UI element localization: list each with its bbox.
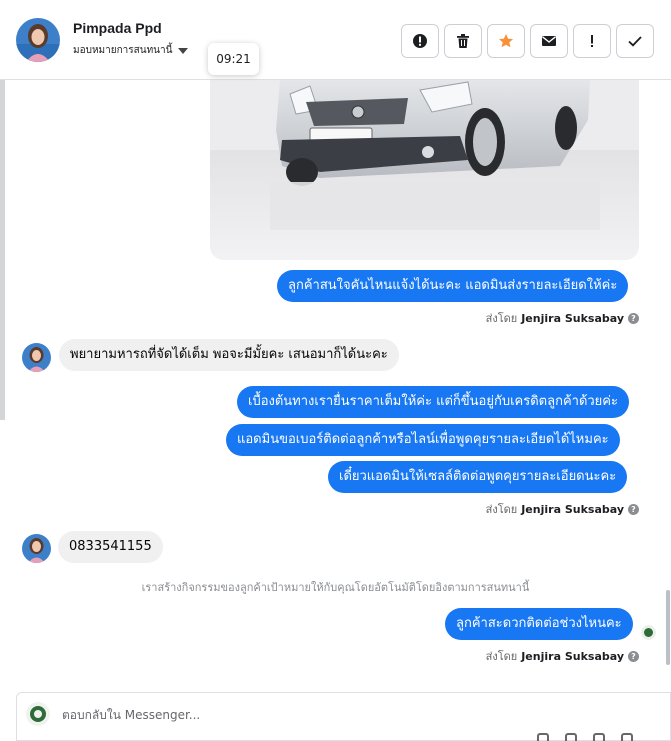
caret-down-icon [178, 47, 189, 54]
sent-by-prefix: ส่งโดย [485, 503, 518, 516]
alert-circle-icon [413, 34, 427, 48]
seen-indicator-avatar [641, 625, 656, 640]
image-icon[interactable] [565, 733, 577, 741]
check-icon [628, 36, 642, 47]
contact-avatar-small[interactable] [22, 534, 51, 563]
more-icon[interactable] [621, 733, 633, 741]
contact-name[interactable]: Pimpada Ppd [73, 20, 162, 36]
trash-icon [457, 34, 469, 48]
left-panel-scrollbar[interactable] [0, 80, 5, 420]
sent-by-prefix: ส่งโดย [485, 650, 518, 663]
help-icon[interactable]: ? [628, 503, 639, 515]
attach-icon[interactable] [537, 733, 549, 741]
system-activity-note: เราสร้างกิจกรรมของลูกค้าเป้าหมายให้กับคุ… [141, 581, 530, 594]
help-icon[interactable]: ? [628, 650, 639, 662]
star-icon [499, 34, 513, 48]
outgoing-message[interactable]: เบื้องต้นทางเรายื่นราคาเต็มให้ค่ะ แต่ก็ข… [237, 386, 629, 418]
sent-by-label: ส่งโดย Jenjira Suksabay ? [486, 647, 639, 665]
mark-unread-button[interactable] [530, 24, 568, 58]
message-thread[interactable]: ลูกค้าสนใจคันไหนแจ้งได้นะคะ แอดมินส่งราย… [0, 80, 671, 691]
outgoing-message[interactable]: ลูกค้าสะดวกติดต่อช่วงไหนคะ [445, 608, 633, 640]
incoming-message[interactable]: พยายามหารถที่จัดได้เต็ม พอจะมีมั้ยคะ เสน… [59, 339, 399, 371]
emoji-icon[interactable] [593, 733, 605, 741]
assign-label: มอบหมายการสนทนานี้ [73, 45, 173, 56]
contact-avatar-small[interactable] [22, 343, 51, 372]
thread-scrollbar[interactable] [666, 590, 670, 665]
mark-spam-button[interactable] [401, 24, 439, 58]
help-icon[interactable]: ? [628, 312, 639, 324]
conversation-actions [401, 24, 654, 58]
outgoing-message[interactable]: ลูกค้าสนใจคันไหนแจ้งได้นะคะ แอดมินส่งราย… [277, 270, 629, 302]
follow-up-button[interactable] [573, 24, 611, 58]
composer-tools [537, 733, 633, 741]
reply-input[interactable] [62, 705, 562, 725]
sent-by-name: Jenjira Suksabay [521, 649, 624, 663]
conversation-header: Pimpada Ppd มอบหมายการสนทนานี้ 09:21 [0, 0, 671, 80]
outgoing-message[interactable]: แอดมินขอเบอร์ติดต่อลูกค้าหรือไลน์เพื่อพู… [226, 424, 620, 456]
car-photo-attachment[interactable] [210, 80, 639, 260]
mark-done-button[interactable] [616, 24, 654, 58]
reply-composer [16, 692, 671, 741]
sent-by-name: Jenjira Suksabay [521, 502, 624, 516]
sent-by-prefix: ส่งโดย [485, 312, 518, 325]
exclamation-icon [591, 35, 593, 47]
delete-button[interactable] [444, 24, 482, 58]
star-button[interactable] [487, 24, 525, 58]
sent-by-label: ส่งโดย Jenjira Suksabay ? [486, 500, 639, 518]
sent-by-name: Jenjira Suksabay [521, 311, 624, 325]
sent-by-label: ส่งโดย Jenjira Suksabay ? [486, 309, 639, 327]
incoming-phone-message[interactable]: 0833541155 [58, 531, 163, 563]
page-avatar [26, 702, 50, 726]
envelope-icon [542, 36, 556, 46]
outgoing-message[interactable]: เดี๋ยวแอดมินให้เซลล์ติดต่อพูดคุยรายละเอี… [328, 461, 628, 493]
contact-avatar[interactable] [16, 18, 60, 62]
timestamp-tooltip: 09:21 [208, 43, 259, 75]
assign-conversation-dropdown[interactable]: มอบหมายการสนทนานี้ [73, 43, 189, 58]
